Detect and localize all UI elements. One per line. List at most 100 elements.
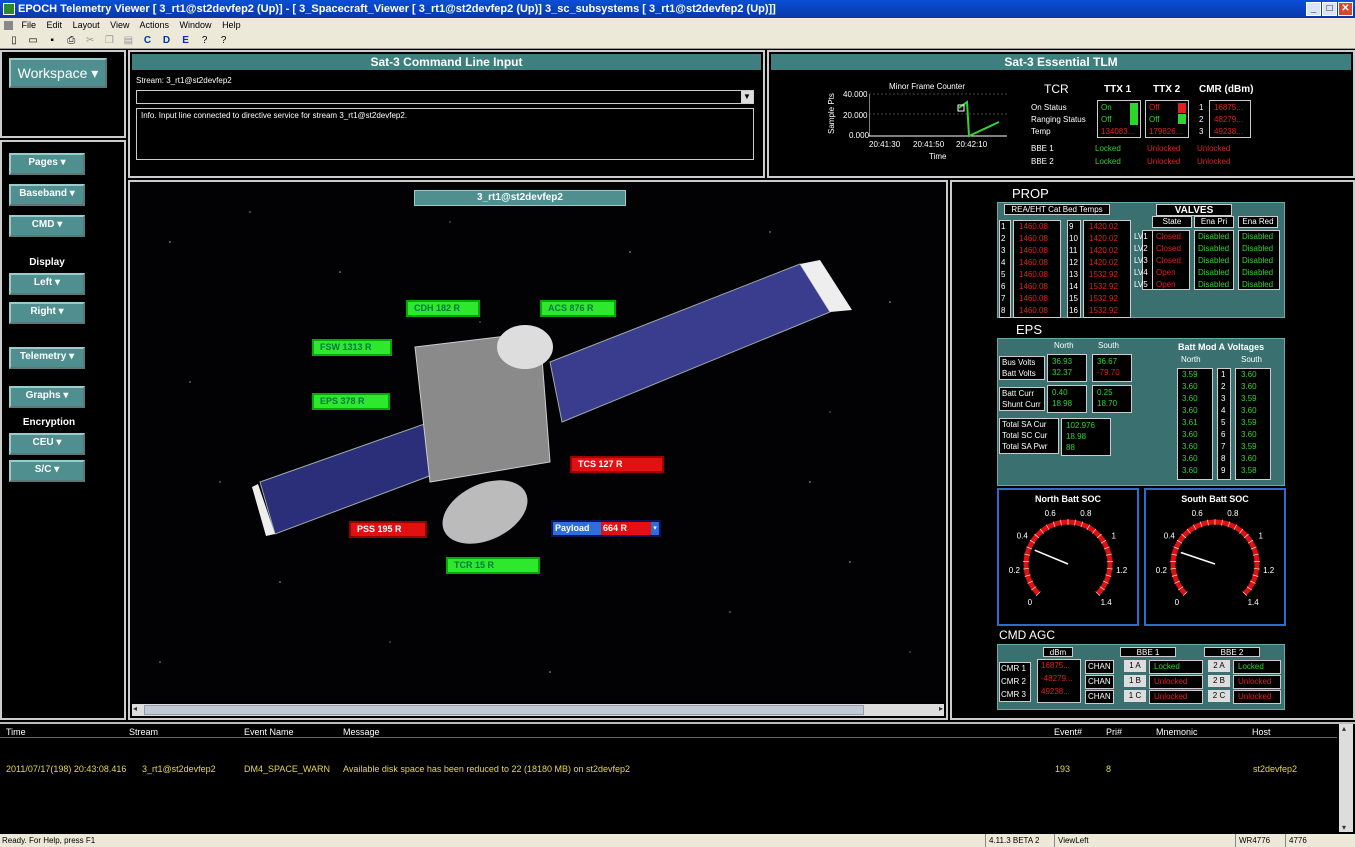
pages-button[interactable]: Pages ▾ bbox=[9, 153, 85, 175]
scroll-right-icon[interactable]: ▸ bbox=[939, 704, 943, 713]
ranging-status-label: Ranging Status bbox=[1031, 115, 1086, 124]
event-name[interactable]: DM4_SPACE_WARN bbox=[244, 764, 330, 774]
chevron-down-icon[interactable]: ▾ bbox=[651, 522, 659, 535]
workspace-button[interactable]: Workspace ▾ bbox=[9, 58, 107, 88]
col-mnemonic[interactable]: Mnemonic bbox=[1156, 727, 1198, 737]
bbe1-channel[interactable]: 1 C bbox=[1124, 690, 1146, 702]
sc-button[interactable]: S/C ▾ bbox=[9, 460, 85, 482]
acs-label[interactable]: ACS 876 R bbox=[540, 300, 616, 317]
tcs-label[interactable]: TCS 127 R bbox=[570, 456, 664, 473]
chart-xlabel: Time bbox=[929, 152, 947, 161]
print-icon[interactable]: ⎙ bbox=[64, 34, 78, 47]
baseband-button[interactable]: Baseband ▾ bbox=[9, 184, 85, 206]
event-time[interactable]: 2011/07/17(198) 20:43:08.416 bbox=[6, 764, 126, 774]
telemetry-button[interactable]: Telemetry ▾ bbox=[9, 347, 85, 369]
horizontal-scrollbar[interactable]: ◂ ▸ bbox=[132, 704, 944, 716]
bbe2-channel[interactable]: 2 B bbox=[1208, 675, 1230, 687]
bbe2-channel[interactable]: 2 C bbox=[1208, 690, 1230, 702]
context-help-icon[interactable]: ? bbox=[217, 34, 231, 47]
batt-cell-index: 6 bbox=[1221, 430, 1226, 439]
col-message[interactable]: Message bbox=[343, 727, 380, 737]
event-stream[interactable]: 3_rt1@st2devfep2 bbox=[142, 764, 216, 774]
cmr-num-3: 3 bbox=[1199, 127, 1204, 136]
col-pri[interactable]: Pri# bbox=[1106, 727, 1122, 737]
bbe1-channel[interactable]: 1 A bbox=[1124, 660, 1146, 672]
close-button[interactable]: ✕ bbox=[1338, 2, 1353, 16]
paste-icon[interactable]: ▤ bbox=[121, 34, 135, 47]
col-host[interactable]: Host bbox=[1252, 727, 1271, 737]
event-message[interactable]: Available disk space has been reduced to… bbox=[343, 764, 630, 774]
ytick-40: 40.000 bbox=[843, 90, 868, 99]
menu-file[interactable]: File bbox=[22, 20, 37, 30]
payload-label[interactable]: Payload 664 R ▾ bbox=[551, 520, 661, 537]
graphs-button[interactable]: Graphs ▾ bbox=[9, 386, 85, 408]
batt-south-voltage: 3.60 bbox=[1241, 370, 1257, 379]
col-event-num[interactable]: Event# bbox=[1054, 727, 1082, 737]
event-priority[interactable]: 8 bbox=[1106, 764, 1111, 774]
left-button[interactable]: Left ▾ bbox=[9, 273, 85, 295]
bbe1-lock: Locked bbox=[1149, 660, 1203, 674]
col-time[interactable]: Time bbox=[6, 727, 26, 737]
open-folder-icon[interactable]: ▭ bbox=[26, 34, 40, 47]
xtick-2: 20:41:50 bbox=[913, 140, 945, 149]
bbe2-channel[interactable]: 2 A bbox=[1208, 660, 1230, 672]
ceu-button[interactable]: CEU ▾ bbox=[9, 433, 85, 455]
south-soc-tick-label: 0.8 bbox=[1227, 509, 1239, 518]
batt-north-voltage: 3.60 bbox=[1182, 406, 1198, 415]
toolbar-e-button[interactable]: E bbox=[179, 34, 193, 47]
col-event-name[interactable]: Event Name bbox=[244, 727, 294, 737]
menu-help[interactable]: Help bbox=[222, 20, 241, 30]
maximize-button[interactable]: □ bbox=[1322, 2, 1337, 16]
scroll-left-icon[interactable]: ◂ bbox=[133, 704, 137, 713]
chevron-down-icon[interactable]: ▼ bbox=[741, 91, 753, 103]
info-text: Info. Input line connected to directive … bbox=[141, 111, 408, 120]
sidebar: Pages ▾ Baseband ▾ CMD ▾ Display Left ▾ … bbox=[0, 140, 126, 720]
north-soc-dial: 0 0.2 0.4 0.6 0.8 1 1.2 1.4 bbox=[1009, 509, 1128, 607]
ttx2-heading: TTX 2 bbox=[1153, 84, 1181, 95]
cut-icon[interactable]: ✂ bbox=[83, 34, 97, 47]
payload-name: Payload bbox=[553, 522, 601, 535]
toolbar-d-button[interactable]: D bbox=[160, 34, 174, 47]
event-host[interactable]: st2devfep2 bbox=[1253, 764, 1297, 774]
scroll-up-icon[interactable]: ▴ bbox=[1342, 724, 1346, 733]
minimize-button[interactable]: _ bbox=[1306, 2, 1321, 16]
essential-tlm-panel: Sat-3 Essential TLM Minor Frame Counter … bbox=[767, 50, 1355, 178]
help-icon[interactable]: ? bbox=[198, 34, 212, 47]
col-stream[interactable]: Stream bbox=[129, 727, 158, 737]
valve-ena-red: Disabled bbox=[1242, 280, 1274, 289]
bbe1-label: BBE 1 bbox=[1031, 144, 1054, 153]
tcr-label[interactable]: TCR 15 R bbox=[446, 557, 540, 574]
subsystems-panel: PROP REA/EHT Cat Bed Temps VALVES 1 1460.… bbox=[950, 180, 1355, 720]
bbe1-channel[interactable]: 1 B bbox=[1124, 675, 1146, 687]
cli-title: Sat-3 Command Line Input bbox=[132, 54, 761, 70]
command-input[interactable]: ▼ bbox=[136, 90, 754, 104]
menu-window[interactable]: Window bbox=[180, 20, 212, 30]
save-icon[interactable]: ▪ bbox=[45, 34, 59, 47]
right-button[interactable]: Right ▾ bbox=[9, 302, 85, 324]
toolbar-c-button[interactable]: C bbox=[140, 34, 154, 47]
north-soc-title: North Batt SOC bbox=[1035, 494, 1101, 504]
fsw-label[interactable]: FSW 1313 R bbox=[312, 339, 392, 356]
menu-actions[interactable]: Actions bbox=[140, 20, 170, 30]
temp-index: 16 bbox=[1069, 306, 1078, 315]
scroll-down-icon[interactable]: ▾ bbox=[1342, 823, 1346, 832]
ytick-20: 20.000 bbox=[843, 111, 868, 120]
menu-layout[interactable]: Layout bbox=[73, 20, 100, 30]
batt-south-voltage: 3.59 bbox=[1241, 418, 1257, 427]
scrollbar-thumb[interactable] bbox=[144, 705, 864, 715]
temp-index: 2 bbox=[1001, 234, 1006, 243]
menu-view[interactable]: View bbox=[110, 20, 129, 30]
vertical-scrollbar[interactable]: ▴ ▾ bbox=[1339, 724, 1353, 832]
menu-edit[interactable]: Edit bbox=[47, 20, 63, 30]
eps-label[interactable]: EPS 378 R bbox=[312, 393, 390, 410]
cdh-label[interactable]: CDH 182 R bbox=[406, 300, 480, 317]
event-number[interactable]: 193 bbox=[1055, 764, 1070, 774]
cmd-button[interactable]: CMD ▾ bbox=[9, 215, 85, 237]
copy-icon[interactable]: ❐ bbox=[102, 34, 116, 47]
pss-label[interactable]: PSS 195 R bbox=[349, 521, 427, 538]
curr-south: 0.25 18.70 bbox=[1092, 385, 1132, 413]
cat-bed-temp: 1532.92 bbox=[1089, 306, 1118, 315]
cmr-val-3: 49238... bbox=[1214, 127, 1243, 136]
south-soc-title: South Batt SOC bbox=[1181, 494, 1249, 504]
new-file-icon[interactable]: ▯ bbox=[7, 34, 21, 47]
